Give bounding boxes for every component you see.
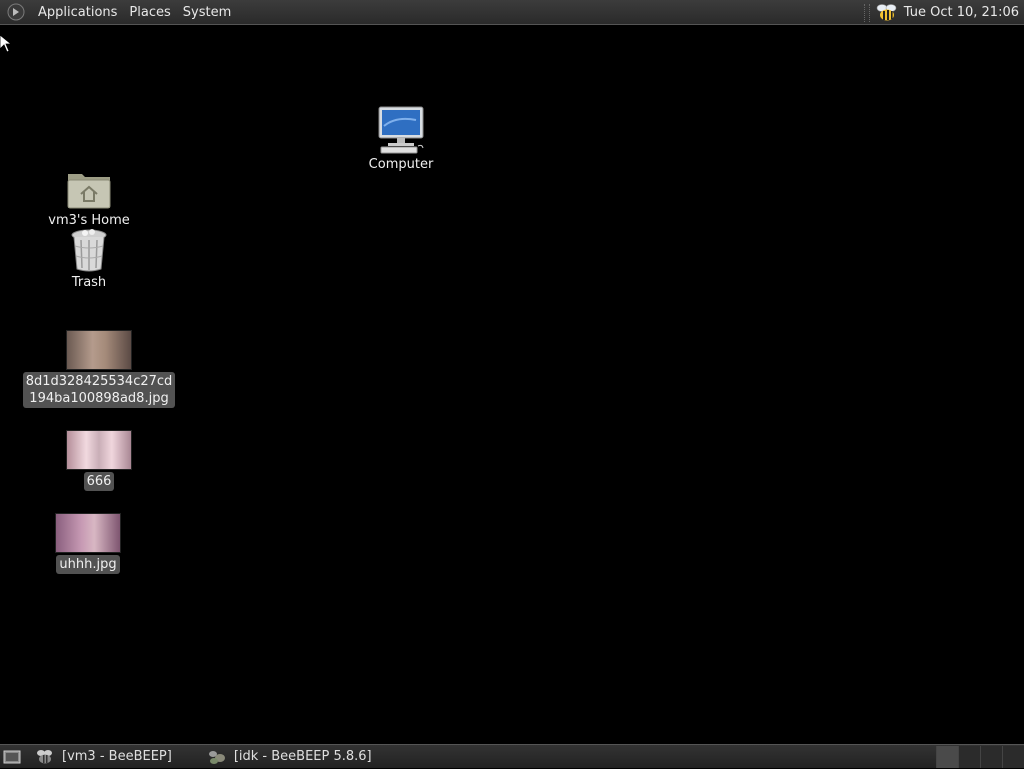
workspace-2[interactable] (958, 746, 980, 768)
gnome-foot-icon[interactable] (6, 2, 26, 22)
file-label-line: 8d1d328425534c27cd (26, 373, 173, 390)
file-label: 666 (84, 472, 115, 491)
desktop-icon-file-666[interactable]: 666 (64, 430, 134, 491)
task-vm3-beebeep[interactable]: [vm3 - BeeBEEP] (28, 746, 180, 768)
workspace-3[interactable] (980, 746, 1002, 768)
workspace-switcher (936, 745, 1024, 769)
system-menu[interactable]: System (177, 0, 237, 25)
computer-icon (376, 106, 426, 154)
bottom-panel: [vm3 - BeeBEEP] [idk - BeeBEEP 5.8.6] (0, 744, 1024, 768)
applications-menu[interactable]: Applications (32, 0, 123, 25)
workspace-1[interactable] (936, 746, 958, 768)
top-panel: Applications Places System Tue Oct 10, 2… (0, 0, 1024, 25)
panel-handle[interactable] (864, 4, 870, 22)
desktop-icon-computer[interactable]: Computer (366, 106, 436, 173)
computer-label: Computer (369, 156, 434, 173)
desktop-icon-trash[interactable]: Trash (58, 228, 120, 291)
show-desktop-icon[interactable] (2, 748, 22, 766)
file-label: 8d1d328425534c27cd 194ba100898ad8.jpg (23, 372, 176, 408)
image-thumbnail (66, 330, 132, 370)
trash-label: Trash (72, 274, 106, 291)
desktop-icon-file-uhhh[interactable]: uhhh.jpg (52, 513, 124, 574)
desktop-icon-home[interactable]: vm3's Home (48, 168, 130, 229)
desktop-icon-file-8d1d[interactable]: 8d1d328425534c27cd 194ba100898ad8.jpg (29, 330, 169, 408)
clock[interactable]: Tue Oct 10, 21:06 (904, 5, 1019, 20)
trash-icon (69, 228, 109, 272)
file-label-line: 194ba100898ad8.jpg (26, 390, 173, 407)
places-menu[interactable]: Places (123, 0, 176, 25)
task-label: [vm3 - BeeBEEP] (62, 749, 172, 764)
workspace-4[interactable] (1002, 746, 1024, 768)
mouse-cursor-icon (0, 35, 12, 53)
beebeep-icon (36, 749, 54, 765)
task-label: [idk - BeeBEEP 5.8.6] (234, 749, 372, 764)
top-panel-tray: Tue Oct 10, 21:06 (864, 0, 1024, 25)
beebeep-bee-icon[interactable] (876, 3, 898, 23)
home-label: vm3's Home (48, 212, 130, 229)
beebeep-group-icon (208, 749, 226, 765)
home-folder-icon (66, 168, 112, 210)
task-idk-beebeep[interactable]: [idk - BeeBEEP 5.8.6] (200, 746, 380, 768)
image-thumbnail (55, 513, 121, 553)
image-thumbnail (66, 430, 132, 470)
file-label: uhhh.jpg (56, 555, 119, 574)
